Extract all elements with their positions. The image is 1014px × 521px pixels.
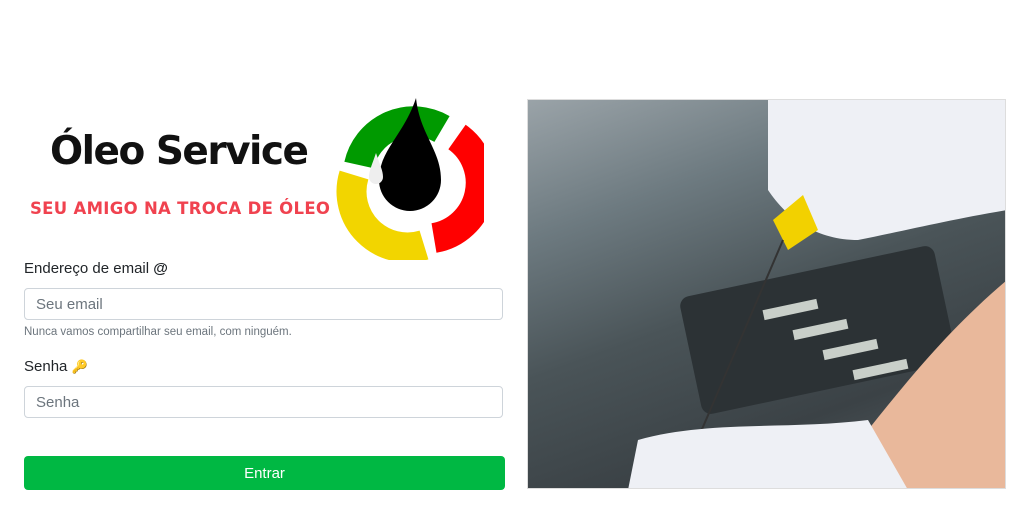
brand-name: Óleo Service [50, 129, 309, 174]
password-label: Senha 🔑 [24, 358, 88, 375]
hero-image [527, 99, 1006, 489]
email-label: Endereço de email @ [24, 260, 168, 277]
at-icon: @ [153, 260, 168, 277]
slogan: SEU AMIGO NA TROCA DE ÓLEO [30, 199, 331, 218]
email-help-text: Nunca vamos compartilhar seu email, com … [24, 326, 292, 338]
key-icon: 🔑 [71, 359, 88, 374]
oil-drop-logo-icon [336, 98, 484, 260]
submit-button[interactable]: Entrar [24, 456, 505, 490]
email-input[interactable] [24, 288, 503, 320]
password-input[interactable] [24, 386, 503, 418]
logo: Óleo Service SEU AMIGO NA TROCA DE ÓLEO [24, 95, 504, 260]
